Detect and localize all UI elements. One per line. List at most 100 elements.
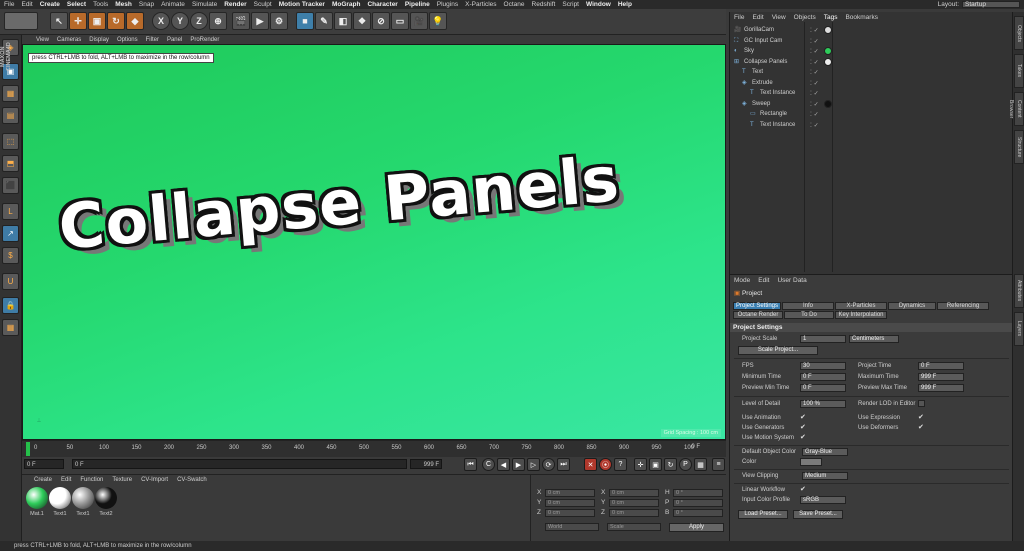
position-key-icon[interactable]: ✛ <box>634 458 647 471</box>
go-to-end-icon[interactable]: ⏭ <box>557 458 570 471</box>
visibility-toggle-icon[interactable]: ⁚ ✓ <box>810 58 819 68</box>
object-menu-view[interactable]: View <box>772 14 786 21</box>
start-frame-field[interactable]: 0 F <box>24 459 64 469</box>
object-row[interactable]: ⛶ GC Input Cam ⁚ ✓ <box>730 36 1013 46</box>
pla-key-icon[interactable]: ▦ <box>694 458 707 471</box>
rotate-tool-icon[interactable]: ↻ <box>107 12 125 30</box>
object-row[interactable]: 🎥 GorillaCam ⁚ ✓ <box>730 25 1013 35</box>
attribute-menu-mode[interactable]: Mode <box>734 277 750 284</box>
position-input[interactable]: 0 cm <box>545 499 595 507</box>
object-row[interactable]: T Text ⁚ ✓ <box>730 67 1013 77</box>
layout-select[interactable]: Startup <box>962 1 1020 8</box>
material-swatch[interactable] <box>49 487 71 509</box>
position-input[interactable]: 0 cm <box>545 489 595 497</box>
go-to-start-icon[interactable]: ⏮ <box>464 458 477 471</box>
render-settings-icon[interactable]: ⚙ <box>270 12 288 30</box>
cube-primitive-icon[interactable]: ■ <box>296 12 314 30</box>
material-menu-edit[interactable]: Edit <box>61 477 71 483</box>
color-swatch[interactable] <box>800 458 822 466</box>
snap-icon[interactable]: $ <box>2 247 19 264</box>
coordinate-mode-select[interactable]: World <box>545 523 599 531</box>
recent-tools-icon[interactable]: ◆ <box>126 12 144 30</box>
input-color-select[interactable]: sRGB <box>800 496 846 504</box>
visibility-toggle-icon[interactable]: ⁚ ✓ <box>810 47 819 57</box>
lod-input[interactable]: 100 % <box>800 400 846 408</box>
viewport-menu-display[interactable]: Display <box>89 37 109 43</box>
prev-frame-icon[interactable]: ◀ <box>497 458 510 471</box>
viewport-menu-filter[interactable]: Filter <box>146 37 159 43</box>
use-motion-checkbox[interactable]: ✔ <box>800 434 807 441</box>
viewport-menu-options[interactable]: Options <box>117 37 138 43</box>
object-row[interactable]: ⊞ Collapse Panels ⁚ ✓ <box>730 57 1013 67</box>
size-input[interactable]: 0 cm <box>609 509 659 517</box>
linear-workflow-checkbox[interactable]: ✔ <box>800 486 807 493</box>
object-row[interactable]: T Text Instance ⁚ ✓ <box>730 88 1013 98</box>
next-key-icon[interactable]: ⟳ <box>542 458 555 471</box>
material-swatch[interactable] <box>95 487 117 509</box>
object-row[interactable]: ◈ Extrude ⁚ ✓ <box>730 78 1013 88</box>
attribute-menu-user-data[interactable]: User Data <box>777 277 806 284</box>
material-menu-function[interactable]: Function <box>80 477 103 483</box>
tab-octane-render[interactable]: Octane Render <box>733 311 783 319</box>
use-expression-checkbox[interactable]: ✔ <box>918 414 925 421</box>
material-menu-cv-swatch[interactable]: CV-Swatch <box>177 477 207 483</box>
project-scale-input[interactable]: 1 <box>800 335 846 343</box>
live-select-icon[interactable]: ↖ <box>50 12 68 30</box>
vertical-tab-layers[interactable]: Layers <box>1014 312 1024 346</box>
viewport-menu-prorender[interactable]: ProRender <box>190 37 219 43</box>
menu-item-file[interactable]: File <box>4 1 14 8</box>
menu-item-select[interactable]: Select <box>67 1 86 8</box>
autokey-icon[interactable]: ⦿ <box>599 458 612 471</box>
menu-item-mesh[interactable]: Mesh <box>115 1 132 8</box>
points-mode-icon[interactable]: ⬚ <box>2 133 19 150</box>
tab-referencing[interactable]: Referencing <box>937 302 989 310</box>
tweak-mode-icon[interactable]: ↗ <box>2 225 19 242</box>
edges-mode-icon[interactable]: ⬒ <box>2 155 19 172</box>
vertical-tab-takes[interactable]: Takes <box>1014 54 1024 88</box>
visibility-toggle-icon[interactable]: ⁚ ✓ <box>810 26 819 36</box>
current-frame-slider[interactable]: 0 F <box>72 459 407 469</box>
size-input[interactable]: 0 cm <box>609 499 659 507</box>
rotation-key-icon[interactable]: ↻ <box>664 458 677 471</box>
tag-icon[interactable] <box>824 57 832 66</box>
polygons-mode-icon[interactable]: ⬛ <box>2 177 19 194</box>
minimum-time-input[interactable]: 0 F <box>800 373 846 381</box>
cloner-icon[interactable]: ❖ <box>353 12 371 30</box>
fps-input[interactable]: 30 <box>800 362 846 370</box>
menu-item-character[interactable]: Character <box>367 1 397 8</box>
rotation-input[interactable]: 0 ° <box>673 509 723 517</box>
menu-item-motion-tracker[interactable]: Motion Tracker <box>279 1 325 8</box>
axis-mode-icon[interactable]: L <box>2 203 19 220</box>
default-color-select[interactable]: Gray-Blue <box>802 448 848 456</box>
object-menu-tags[interactable]: Tags <box>824 14 838 21</box>
visibility-toggle-icon[interactable]: ⁚ ✓ <box>810 121 819 131</box>
menu-item-help[interactable]: Help <box>618 1 632 8</box>
menu-item-redshift[interactable]: Redshift <box>532 1 556 8</box>
floor-icon[interactable]: ▭ <box>391 12 409 30</box>
menu-item-plugins[interactable]: Plugins <box>437 1 458 8</box>
material-swatch[interactable] <box>72 487 94 509</box>
menu-item-tools[interactable]: Tools <box>93 1 108 8</box>
menu-item-edit[interactable]: Edit <box>21 1 32 8</box>
x-axis-lock-button[interactable]: X <box>152 12 170 30</box>
object-row[interactable]: ◈ Sweep ⁚ ✓ <box>730 99 1013 109</box>
timeline-ruler[interactable]: 0 50 100 150 200 250 300 350 400 450 500 550 600 650 7… <box>22 440 726 457</box>
material-menu-texture[interactable]: Texture <box>112 477 132 483</box>
menu-item-render[interactable]: Render <box>224 1 246 8</box>
tag-icon[interactable] <box>824 99 832 108</box>
tag-icon[interactable] <box>824 26 832 34</box>
position-input[interactable]: 0 cm <box>545 509 595 517</box>
menu-item-snap[interactable]: Snap <box>139 1 154 8</box>
texture-mode-icon[interactable]: ▦ <box>2 85 19 102</box>
maximum-time-input[interactable]: 999 F <box>918 373 964 381</box>
visibility-toggle-icon[interactable]: ⁚ ✓ <box>810 68 819 78</box>
lock-workplane-icon[interactable]: 🔒 <box>2 297 19 314</box>
object-row[interactable]: ◐ Sky ⁚ ✓ <box>730 46 1013 56</box>
scale-key-icon[interactable]: ▣ <box>649 458 662 471</box>
menu-item-animate[interactable]: Animate <box>161 1 185 8</box>
grid-icon[interactable]: ▦ <box>2 319 19 336</box>
coordinate-system-icon[interactable]: ⊕ <box>209 12 227 30</box>
object-menu-bookmarks[interactable]: Bookmarks <box>845 14 878 21</box>
apply-button[interactable]: Apply <box>669 523 724 532</box>
material-menu-cv-import[interactable]: CV-Import <box>141 477 168 483</box>
